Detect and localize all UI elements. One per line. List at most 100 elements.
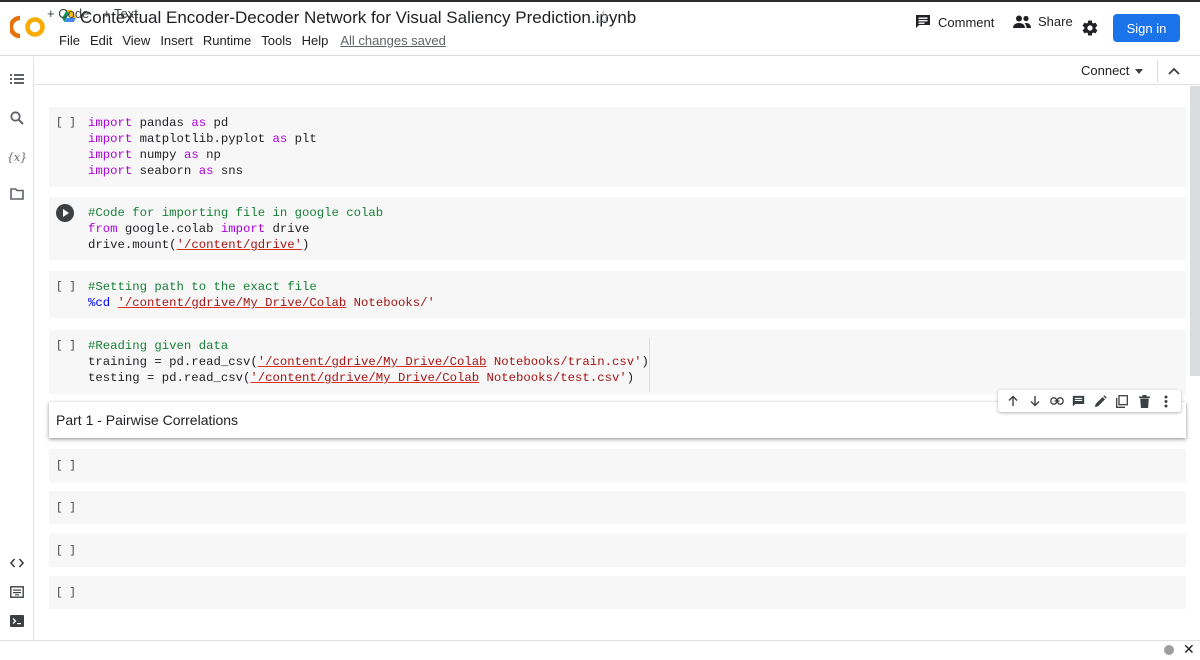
menu-help[interactable]: Help — [302, 33, 329, 48]
notebook-toolbar — [35, 57, 1200, 85]
cell-run-indicator[interactable]: [ ] — [56, 281, 76, 293]
sign-in-button[interactable]: Sign in — [1113, 14, 1180, 42]
add-text-button[interactable]: + Text — [103, 6, 138, 21]
menu-edit[interactable]: Edit — [90, 33, 112, 48]
mirror-cell-icon[interactable] — [1114, 393, 1130, 409]
editor-ruler — [649, 338, 650, 392]
search-icon[interactable] — [8, 109, 26, 127]
command-palette-icon[interactable] — [8, 583, 26, 601]
toolbar-divider — [1157, 60, 1158, 82]
code-cell[interactable] — [49, 534, 1186, 567]
code-line: training = pd.read_csv('/content/gdrive/… — [88, 354, 649, 370]
comment-icon[interactable] — [1071, 393, 1087, 409]
colab-logo[interactable] — [10, 14, 46, 40]
code-line: %cd '/content/gdrive/My Drive/Colab Note… — [88, 295, 435, 311]
code-token: ) — [302, 238, 310, 252]
chevron-up-icon[interactable] — [1168, 66, 1180, 76]
code-line: import numpy as np — [88, 147, 317, 163]
code-token: import — [88, 116, 133, 130]
code-token: #Code for importing file in google colab — [88, 206, 384, 220]
code-token: drive.mount( — [88, 238, 177, 252]
code-token: %cd — [88, 296, 111, 310]
code-snippets-icon[interactable] — [8, 554, 26, 572]
link-icon[interactable] — [1049, 393, 1065, 409]
cell-run-indicator[interactable]: [ ] — [56, 117, 76, 129]
scrollbar[interactable] — [1190, 86, 1200, 376]
code-token: Notebooks/' — [346, 296, 435, 310]
move-down-icon[interactable] — [1027, 393, 1043, 409]
comment-button[interactable]: Comment — [915, 14, 994, 30]
code-token: np — [198, 148, 221, 162]
code-token: google.colab — [117, 222, 221, 236]
menu-bar: File Edit View Insert Runtime Tools Help… — [59, 33, 456, 48]
cell-run-indicator[interactable]: [ ] — [56, 587, 76, 599]
edit-pencil-icon[interactable] — [1092, 393, 1108, 409]
code-token: '/content/gdrive' — [176, 238, 303, 252]
menu-tools[interactable]: Tools — [261, 33, 291, 48]
menu-file[interactable]: File — [59, 33, 80, 48]
code-token: ) — [641, 355, 649, 369]
folder-icon[interactable] — [8, 185, 26, 203]
comment-label: Comment — [938, 14, 995, 30]
code-token: pd — [206, 116, 229, 130]
more-options-icon[interactable] — [1158, 393, 1174, 409]
code-token: from — [88, 222, 118, 236]
cell-toolbar — [998, 390, 1181, 412]
code-cell[interactable] — [49, 449, 1186, 482]
cell-run-indicator[interactable]: [ ] — [56, 545, 76, 557]
code-token: '/content/gdrive/My Drive/Colab — [250, 371, 480, 385]
code-token: training = pd.read_csv( — [88, 355, 258, 369]
code-token: sns — [213, 164, 243, 178]
left-sidebar: {x} — [0, 57, 34, 641]
terminal-icon[interactable] — [8, 612, 26, 630]
menu-insert[interactable]: Insert — [160, 33, 193, 48]
save-status[interactable]: All changes saved — [340, 33, 446, 48]
code-token: as — [272, 132, 288, 146]
variables-icon[interactable]: {x} — [7, 148, 27, 166]
connection-status-icon[interactable] — [1164, 645, 1174, 655]
code-token: Notebooks/test.csv' — [479, 371, 627, 385]
code-editor[interactable]: #Code for importing file in google colab… — [88, 205, 383, 253]
delete-icon[interactable] — [1136, 393, 1152, 409]
cell-run-indicator[interactable]: [ ] — [56, 460, 76, 472]
code-editor[interactable]: #Setting path to the exact file %cd '/con… — [88, 279, 435, 311]
code-line: #Code for importing file in google colab — [88, 205, 383, 221]
code-token: #Setting path to the exact file — [88, 280, 317, 294]
chevron-down-icon[interactable] — [1135, 69, 1143, 74]
code-cell[interactable] — [49, 491, 1186, 524]
code-line: #Reading given data — [88, 338, 649, 354]
code-token: as — [191, 116, 207, 130]
code-line: import seaborn as sns — [88, 163, 317, 179]
table-of-contents-icon[interactable] — [8, 70, 26, 88]
code-token: import — [88, 132, 133, 146]
cell-run-indicator[interactable]: [ ] — [56, 340, 76, 352]
star-icon[interactable]: ☆ — [595, 7, 611, 28]
code-editor[interactable]: import pandas as pd import matplotlib.pyp… — [88, 115, 317, 179]
notebook-title[interactable]: Contextual Encoder-Decoder Network for V… — [80, 8, 636, 28]
code-token: #Reading given data — [88, 339, 229, 353]
code-token: plt — [287, 132, 317, 146]
gear-icon[interactable] — [1081, 19, 1099, 37]
menu-runtime[interactable]: Runtime — [203, 33, 251, 48]
share-label: Share — [1038, 14, 1073, 29]
share-button[interactable]: Share — [1013, 14, 1073, 29]
code-token: drive — [265, 222, 310, 236]
add-code-button[interactable]: + Code — [47, 6, 89, 21]
code-line: #Setting path to the exact file — [88, 279, 435, 295]
run-cell-button[interactable] — [56, 204, 74, 222]
code-token: '/content/gdrive/My Drive/Colab — [257, 355, 487, 369]
menu-view[interactable]: View — [122, 33, 150, 48]
comment-icon — [916, 15, 930, 28]
move-up-icon[interactable] — [1005, 393, 1021, 409]
cell-run-indicator[interactable]: [ ] — [56, 502, 76, 514]
code-token: '/content/gdrive/My Drive/Colab — [117, 296, 347, 310]
code-cell[interactable] — [49, 576, 1186, 609]
people-icon — [1013, 15, 1031, 28]
code-token: matplotlib.pyplot — [132, 132, 273, 146]
connect-button[interactable]: Connect — [1081, 63, 1129, 78]
text-cell-heading[interactable]: Part 1 - Pairwise Correlations — [56, 412, 238, 428]
code-editor[interactable]: #Reading given data training = pd.read_cs… — [88, 338, 649, 386]
code-token: import — [220, 222, 266, 236]
close-icon[interactable]: ✕ — [1183, 641, 1195, 658]
